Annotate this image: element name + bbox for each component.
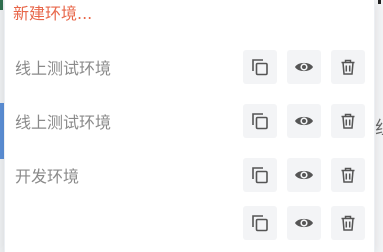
- eye-icon: [294, 213, 314, 233]
- copy-icon: [250, 213, 270, 233]
- view-button[interactable]: [287, 104, 321, 138]
- eye-icon: [294, 57, 314, 77]
- environment-name: 开发环境: [15, 167, 80, 186]
- environment-actions: [243, 104, 365, 138]
- environment-name: 线上测试环境: [15, 59, 112, 78]
- copy-button[interactable]: [243, 206, 277, 240]
- environment-actions: [243, 158, 365, 192]
- environment-item[interactable]: 线上测试环境: [5, 40, 376, 94]
- environment-dropdown: 新建环境... 线上测试环境 线上测试环境 开发环境: [4, 0, 375, 252]
- view-button[interactable]: [287, 158, 321, 192]
- delete-button[interactable]: [331, 104, 365, 138]
- view-button[interactable]: [287, 206, 321, 240]
- environment-name: 线上测试环境: [15, 113, 112, 132]
- environment-item[interactable]: 开发环境: [5, 148, 376, 202]
- environment-item[interactable]: 线上测试环境: [5, 94, 376, 148]
- eye-icon: [294, 165, 314, 185]
- copy-button[interactable]: [243, 50, 277, 84]
- trash-icon: [339, 58, 357, 76]
- environment-item[interactable]: [5, 196, 376, 250]
- background-right-text: 组: [375, 118, 383, 140]
- view-button[interactable]: [287, 50, 321, 84]
- background-right-edge: 组: [375, 0, 383, 252]
- delete-button[interactable]: [331, 158, 365, 192]
- copy-icon: [250, 111, 270, 131]
- copy-button[interactable]: [243, 104, 277, 138]
- background-right-marker: [378, 0, 381, 4]
- environment-actions: [243, 206, 365, 240]
- create-environment-link[interactable]: 新建环境...: [13, 3, 92, 25]
- environment-actions: [243, 50, 365, 84]
- delete-button[interactable]: [331, 50, 365, 84]
- copy-icon: [250, 57, 270, 77]
- delete-button[interactable]: [331, 206, 365, 240]
- trash-icon: [339, 112, 357, 130]
- copy-icon: [250, 165, 270, 185]
- trash-icon: [339, 166, 357, 184]
- background-left-marker: [0, 0, 3, 10]
- trash-icon: [339, 214, 357, 232]
- eye-icon: [294, 111, 314, 131]
- copy-button[interactable]: [243, 158, 277, 192]
